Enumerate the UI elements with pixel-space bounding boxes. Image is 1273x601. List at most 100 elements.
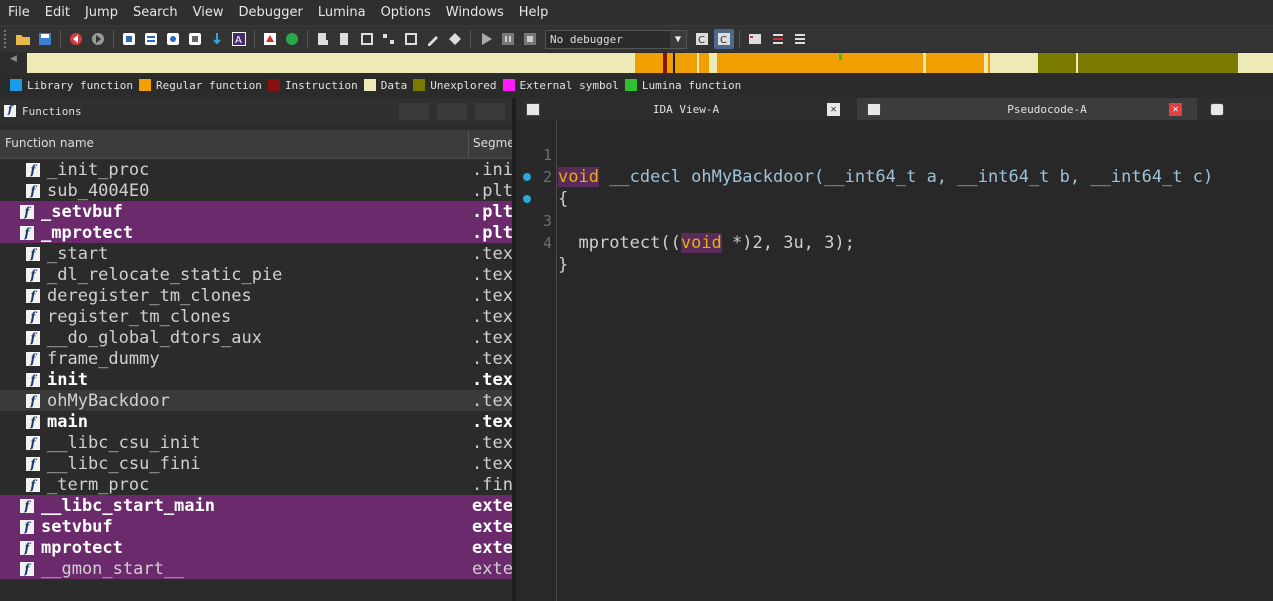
code-text[interactable]: } xyxy=(558,254,568,276)
menu-edit[interactable]: Edit xyxy=(37,0,77,26)
function-name-cell[interactable]: f _start xyxy=(0,244,469,264)
navigation-band[interactable]: ◀ xyxy=(0,52,1273,74)
function-name[interactable]: __libc_csu_fini xyxy=(47,454,201,474)
function-row[interactable]: f frame_dummy .tex xyxy=(0,348,512,369)
function-row[interactable]: f _start .tex xyxy=(0,243,512,264)
function-row[interactable]: f init .tex xyxy=(0,369,512,390)
function-name-cell[interactable]: f _dl_relocate_static_pie xyxy=(0,265,469,285)
list-icon[interactable] xyxy=(745,29,765,49)
function-row[interactable]: f __do_global_dtors_aux .tex xyxy=(0,327,512,348)
breakpoint-list-icon[interactable] xyxy=(767,29,787,49)
function-row[interactable]: f _init_proc .ini xyxy=(0,159,512,180)
function-name[interactable]: main xyxy=(47,412,88,432)
array-icon[interactable] xyxy=(401,29,421,49)
function-name[interactable]: _dl_relocate_static_pie xyxy=(47,265,282,285)
edit-icon[interactable] xyxy=(423,29,443,49)
function-name-cell[interactable]: f __libc_csu_init xyxy=(0,433,469,453)
function-row[interactable]: f _term_proc .fin xyxy=(0,474,512,495)
breakpoint-dot[interactable] xyxy=(523,195,531,203)
debugger-select[interactable]: No debugger ▼ xyxy=(545,29,687,49)
function-name-cell[interactable]: f main xyxy=(0,412,469,432)
function-row[interactable]: f _dl_relocate_static_pie .tex xyxy=(0,264,512,285)
function-row[interactable]: f setvbuf exte xyxy=(0,516,512,537)
close-icon[interactable]: ✕ xyxy=(1169,103,1182,116)
call-mprotect[interactable]: mprotect(( xyxy=(578,233,680,253)
toolbar-grip[interactable] xyxy=(4,30,8,48)
hex-icon[interactable] xyxy=(185,29,205,49)
function-name[interactable]: __gmon_start__ xyxy=(41,559,184,579)
proximity-icon[interactable] xyxy=(163,29,183,49)
tab-pseudocode-a[interactable]: Pseudocode-A ✕ xyxy=(857,98,1197,120)
nav-left-arrow-icon[interactable]: ◀ xyxy=(10,54,17,64)
function-row[interactable]: f _mprotect .plt xyxy=(0,222,512,243)
menu-debugger[interactable]: Debugger xyxy=(230,0,309,26)
forward-icon[interactable] xyxy=(88,29,108,49)
function-name-cell[interactable]: f sub_4004E0 xyxy=(0,181,469,201)
function-row[interactable]: f __libc_csu_fini .tex xyxy=(0,453,512,474)
function-row[interactable]: f _setvbuf .plt xyxy=(0,201,512,222)
function-name[interactable]: _term_proc xyxy=(47,475,149,495)
open-folder-icon[interactable] xyxy=(13,29,33,49)
function-name[interactable]: _mprotect xyxy=(41,223,133,243)
menu-help[interactable]: Help xyxy=(511,0,556,26)
function-name[interactable]: _setvbuf xyxy=(41,202,123,222)
function-name[interactable]: __libc_start_main xyxy=(41,496,215,516)
function-name[interactable]: __do_global_dtors_aux xyxy=(47,328,262,348)
code-icon[interactable] xyxy=(313,29,333,49)
function-name-cell[interactable]: f __do_global_dtors_aux xyxy=(0,328,469,348)
struct-icon[interactable] xyxy=(379,29,399,49)
menu-file[interactable]: File xyxy=(0,0,37,26)
function-row[interactable]: f deregister_tm_clones .tex xyxy=(0,285,512,306)
function-row[interactable]: f __gmon_start__ exte xyxy=(0,558,512,579)
function-row[interactable]: f ohMyBackdoor .tex xyxy=(0,390,512,411)
function-name-cell[interactable]: f _init_proc xyxy=(0,160,469,180)
function-name[interactable]: _start xyxy=(47,244,108,264)
tab-extra[interactable] xyxy=(1200,98,1273,120)
data-icon[interactable] xyxy=(335,29,355,49)
close-icon[interactable]: ✕ xyxy=(827,103,840,116)
code-line-3[interactable]: 3 mprotect((void *)2, 3u, 3); xyxy=(516,166,1273,253)
function-row[interactable]: f main .tex xyxy=(0,411,512,432)
lumina-icon[interactable] xyxy=(282,29,302,49)
function-name[interactable]: _init_proc xyxy=(47,160,149,180)
function-name-cell[interactable]: f ohMyBackdoor xyxy=(0,391,469,411)
function-name-cell[interactable]: f _mprotect xyxy=(0,222,469,243)
panel-lock-button[interactable] xyxy=(437,103,467,120)
menu-lumina[interactable]: Lumina xyxy=(310,0,373,26)
start-debug-icon[interactable] xyxy=(476,29,496,49)
column-function-name[interactable]: Function name xyxy=(0,130,469,158)
panel-float-button[interactable] xyxy=(399,103,429,120)
panel-close-button[interactable] xyxy=(475,103,505,120)
pseudocode-view[interactable]: 1 void __cdecl ohMyBackdoor(__int64_t a,… xyxy=(516,120,1273,601)
menu-search[interactable]: Search xyxy=(125,0,185,26)
menu-view[interactable]: View xyxy=(185,0,231,26)
menu-options[interactable]: Options xyxy=(373,0,438,26)
function-name-cell[interactable]: f deregister_tm_clones xyxy=(0,286,469,306)
navigation-band-bar[interactable] xyxy=(27,53,1273,73)
segments-icon[interactable] xyxy=(260,29,280,49)
pseudocode-icon[interactable]: C xyxy=(714,29,734,49)
chevron-down-icon[interactable]: ▼ xyxy=(670,30,686,48)
trace-icon[interactable] xyxy=(789,29,809,49)
function-name-cell[interactable]: f __libc_start_main xyxy=(0,495,469,516)
function-row[interactable]: f sub_4004E0 .plt xyxy=(0,180,512,201)
function-name-cell[interactable]: f mprotect xyxy=(0,537,469,558)
refresh-icon[interactable]: C xyxy=(692,29,712,49)
strings-icon[interactable]: A xyxy=(229,29,249,49)
function-name[interactable]: init xyxy=(47,370,88,390)
graph-icon[interactable] xyxy=(119,29,139,49)
function-name[interactable]: ohMyBackdoor xyxy=(47,391,170,411)
code-text[interactable]: mprotect((void *)2, 3u, 3); xyxy=(558,232,855,254)
stop-icon[interactable] xyxy=(520,29,540,49)
function-name[interactable]: deregister_tm_clones xyxy=(47,286,252,306)
save-icon[interactable] xyxy=(35,29,55,49)
function-name-cell[interactable]: f __gmon_start__ xyxy=(0,558,469,579)
function-name[interactable]: __libc_csu_init xyxy=(47,433,201,453)
code-line-1[interactable]: 1 void __cdecl ohMyBackdoor(__int64_t a,… xyxy=(516,122,1273,187)
function-row[interactable]: f mprotect exte xyxy=(0,537,512,558)
back-icon[interactable] xyxy=(66,29,86,49)
column-segment[interactable]: Segme xyxy=(469,130,512,158)
function-name[interactable]: register_tm_clones xyxy=(47,307,231,327)
keyword-void[interactable]: void xyxy=(680,233,722,253)
function-name-cell[interactable]: f _term_proc xyxy=(0,475,469,495)
